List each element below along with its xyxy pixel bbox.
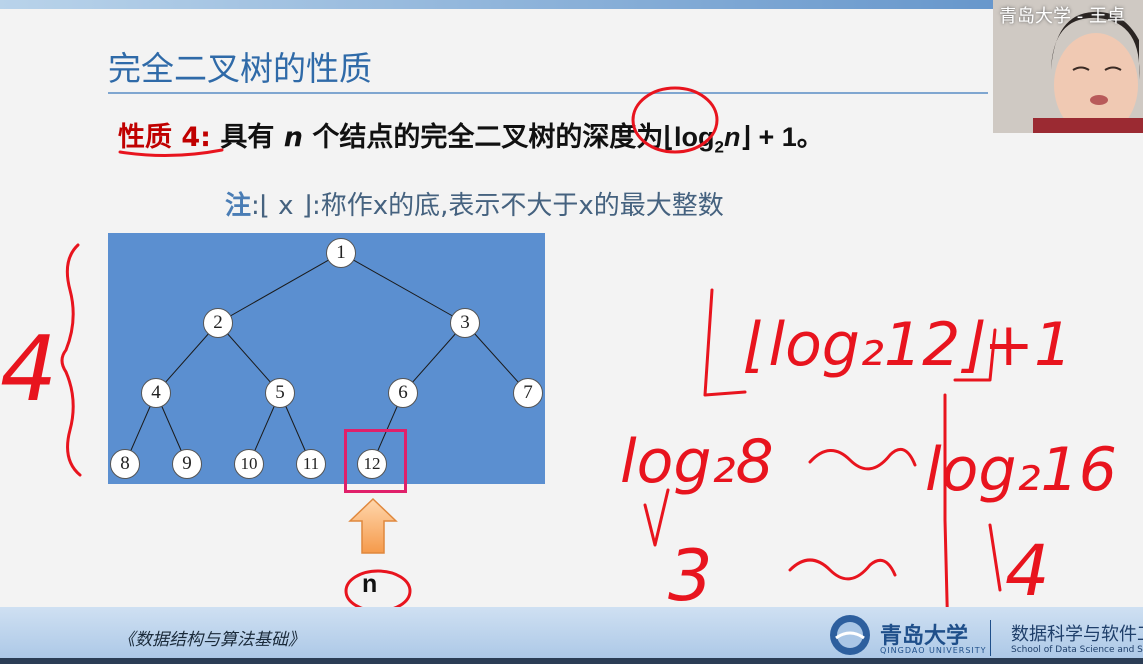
tree-node-3: 3 xyxy=(450,308,480,338)
ink-circle-n xyxy=(344,569,412,613)
note-line: 注:⌊ x ⌋:称作x的底,表示不大于x的最大整数 xyxy=(225,185,724,222)
tree-node-4: 4 xyxy=(141,378,171,408)
tree-node-8: 8 xyxy=(110,449,140,479)
ink-upper: log₂16 xyxy=(925,435,1117,505)
property-text-a: 具有 xyxy=(220,122,284,153)
bottom-strip xyxy=(0,658,1143,664)
tree-node-1: 1 xyxy=(326,238,356,268)
book-title: 《数据结构与算法基础》 xyxy=(118,630,305,650)
ink-depth-mark: 4 xyxy=(0,317,57,422)
ink-tilde-1 xyxy=(808,447,917,471)
footer-divider xyxy=(990,620,991,656)
tree-edges xyxy=(124,252,529,465)
tree-node-11: 11 xyxy=(296,449,326,479)
ink-floor-left xyxy=(703,288,747,397)
property-statement: 性质 4: 具有 n 个结点的完全二叉树的深度为⌊log2n⌋ + 1。 xyxy=(118,115,824,157)
department-name: 数据科学与软件工 xyxy=(1011,624,1143,645)
department-name-en: School of Data Science and Software xyxy=(1011,645,1143,655)
tree-node-10: 10 xyxy=(234,449,264,479)
tree-node-7: 7 xyxy=(513,378,543,408)
top-accent-bar xyxy=(0,0,1143,9)
binary-tree-diagram: 1 2 3 4 5 6 7 8 9 10 11 12 xyxy=(108,233,545,484)
pointer-label: n xyxy=(362,570,378,598)
property-formula: ⌊log2n⌋ + 1。 xyxy=(663,122,824,157)
ink-formula: ⌊log₂12⌋+1 xyxy=(745,310,1072,380)
property-text-b: 个结点的完全二叉树的深度为 xyxy=(303,122,664,153)
ink-floor-right xyxy=(953,328,997,382)
ink-tilde-2 xyxy=(788,558,897,581)
tree-node-6: 6 xyxy=(388,378,418,408)
tree-node-2: 2 xyxy=(203,308,233,338)
note-text: :⌊ x ⌋:称作x的底,表示不大于x的最大整数 xyxy=(251,191,724,221)
ink-check-1 xyxy=(643,488,670,547)
title-divider xyxy=(108,92,988,94)
slide-title: 完全二叉树的性质 xyxy=(108,49,372,88)
ink-upper-value: 4 xyxy=(1005,530,1050,612)
university-name-en: QINGDAO UNIVERSITY xyxy=(880,646,987,655)
note-label: 注 xyxy=(225,191,252,221)
ink-check-2 xyxy=(988,523,1002,592)
ink-arrow-down xyxy=(943,393,950,642)
up-arrow-icon xyxy=(348,497,398,554)
tree-node-5: 5 xyxy=(265,378,295,408)
property-n: n xyxy=(283,122,304,153)
highlight-box xyxy=(344,429,407,493)
property-label: 性质 4: xyxy=(118,122,211,153)
university-emblem-icon xyxy=(830,615,870,655)
webcam-label: 青岛大学 - 王卓 xyxy=(999,6,1125,27)
ink-brace xyxy=(60,243,82,477)
ink-lower: log₂8 xyxy=(620,427,774,497)
ink-lower-value: 3 xyxy=(668,535,713,617)
tree-node-9: 9 xyxy=(172,449,202,479)
